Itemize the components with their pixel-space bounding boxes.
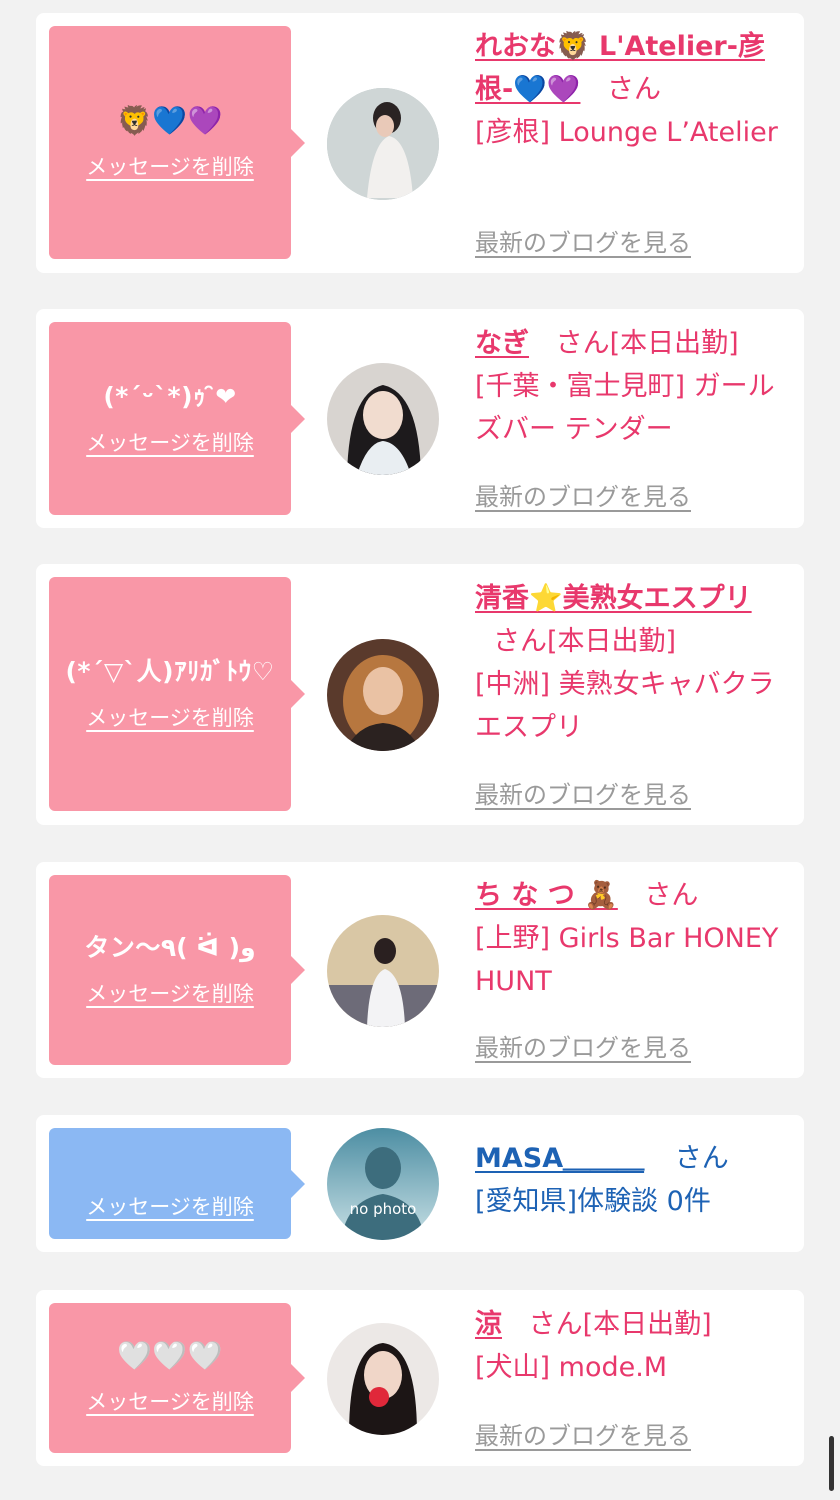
shop-label: [上野] Girls Bar HONEY HUNT: [475, 923, 779, 997]
profile-info: 清香⭐️美熟女エスプリ さん[本日出勤] [中洲] 美熟女キャバクラ エスプリ: [475, 577, 791, 749]
profile-name-link[interactable]: ち な つ 🧸: [475, 880, 618, 911]
message-bubble: メッセージを削除: [49, 1128, 305, 1239]
delete-message-link[interactable]: メッセージを削除: [86, 978, 254, 1008]
honorific: さん[本日出勤]: [555, 328, 739, 359]
latest-blog-link[interactable]: 最新のブログを見る: [475, 1028, 691, 1063]
honorific: さん[本日出勤]: [493, 626, 677, 657]
honorific: さん: [607, 74, 662, 105]
delete-message-link[interactable]: メッセージを削除: [86, 427, 254, 457]
delete-message-link[interactable]: メッセージを削除: [86, 1191, 254, 1221]
message-text: タン〜٩( ᐛ )و: [84, 933, 256, 962]
profile-name-link[interactable]: 涼: [475, 1309, 502, 1340]
scrollbar[interactable]: [829, 1436, 834, 1491]
message-card: 🦁💙💜 メッセージを削除 れおな🦁 L'Atelier-彦根-💙💜 さん [彦根…: [36, 13, 804, 273]
message-text: (*´▽`人)ｱﾘｶﾞﾄｳ♡: [65, 657, 275, 686]
avatar[interactable]: [327, 639, 439, 751]
shop-label: [犬山] mode.M: [475, 1352, 668, 1383]
message-text: (*´ᵕ`*)ｩ ̑̑❤︎: [103, 381, 237, 411]
shop-label: [千葉・富士見町] ガールズバー テンダー: [475, 371, 775, 445]
message-card: 🤍🤍🤍 メッセージを削除 涼 さん[本日出勤] [犬山] mode.M 最新のブ…: [36, 1290, 804, 1466]
shop-label: [彦根] Lounge L’Atelier: [475, 117, 778, 148]
honorific: さん: [644, 880, 699, 911]
profile-name-link[interactable]: MASA＿＿＿: [475, 1143, 644, 1174]
message-card: メッセージを削除 no photo MASA＿＿＿ さん [愛知県]体験談 0件: [36, 1115, 804, 1252]
message-text: 🦁💙💜: [116, 103, 224, 137]
avatar[interactable]: [327, 363, 439, 475]
latest-blog-link[interactable]: 最新のブログを見る: [475, 775, 691, 810]
honorific: さん[本日出勤]: [528, 1309, 712, 1340]
latest-blog-link[interactable]: 最新のブログを見る: [475, 223, 691, 258]
profile-name-link[interactable]: 清香⭐️美熟女エスプリ: [475, 583, 752, 614]
message-bubble: 🦁💙💜 メッセージを削除: [49, 26, 305, 259]
message-card: タン〜٩( ᐛ )و メッセージを削除 ち な つ 🧸 さん [上野] Girl…: [36, 862, 804, 1078]
profile-info: なぎ さん[本日出勤] [千葉・富士見町] ガールズバー テンダー: [475, 322, 791, 451]
avatar[interactable]: [327, 1323, 439, 1435]
profile-info: MASA＿＿＿ さん [愛知県]体験談 0件: [475, 1137, 791, 1223]
message-bubble: 🤍🤍🤍 メッセージを削除: [49, 1303, 305, 1453]
avatar[interactable]: no photo: [327, 1128, 439, 1240]
shop-label: [中洲] 美熟女キャバクラ エスプリ: [475, 669, 775, 743]
message-text: 🤍🤍🤍: [116, 1339, 224, 1372]
delete-message-link[interactable]: メッセージを削除: [86, 702, 254, 732]
latest-blog-link[interactable]: 最新のブログを見る: [475, 1416, 691, 1451]
profile-name-link[interactable]: なぎ: [475, 328, 529, 359]
profile-info: ち な つ 🧸 さん [上野] Girls Bar HONEY HUNT: [475, 874, 791, 1003]
no-photo-label: no photo: [349, 1200, 417, 1218]
avatar[interactable]: [327, 88, 439, 200]
latest-blog-link[interactable]: 最新のブログを見る: [475, 477, 691, 512]
message-bubble: (*´ᵕ`*)ｩ ̑̑❤︎ メッセージを削除: [49, 322, 305, 515]
honorific: さん: [674, 1143, 729, 1174]
message-bubble: (*´▽`人)ｱﾘｶﾞﾄｳ♡ メッセージを削除: [49, 577, 305, 811]
profile-info: れおな🦁 L'Atelier-彦根-💙💜 さん [彦根] Lounge L’At…: [475, 25, 791, 154]
shop-label: [愛知県]体験談 0件: [475, 1186, 711, 1217]
avatar[interactable]: [327, 915, 439, 1027]
profile-info: 涼 さん[本日出勤] [犬山] mode.M: [475, 1303, 791, 1389]
message-card: (*´ᵕ`*)ｩ ̑̑❤︎ メッセージを削除 なぎ さん[本日出勤] [千葉・富…: [36, 309, 804, 528]
message-bubble: タン〜٩( ᐛ )و メッセージを削除: [49, 875, 305, 1065]
message-card: (*´▽`人)ｱﾘｶﾞﾄｳ♡ メッセージを削除 清香⭐️美熟女エスプリ さん[本…: [36, 564, 804, 825]
delete-message-link[interactable]: メッセージを削除: [86, 151, 254, 181]
delete-message-link[interactable]: メッセージを削除: [86, 1386, 254, 1416]
